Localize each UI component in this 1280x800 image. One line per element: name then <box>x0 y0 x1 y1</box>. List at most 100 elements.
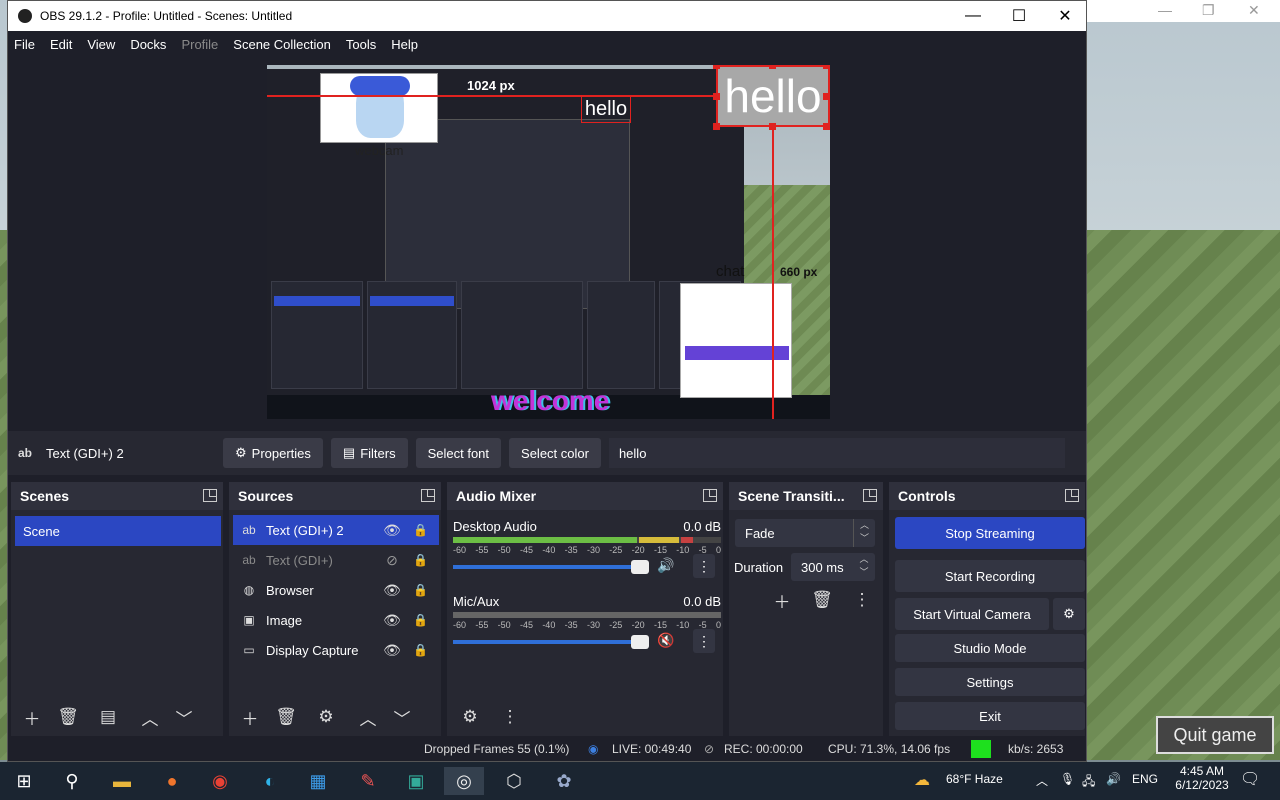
volume-icon[interactable]: 🔊 <box>1106 772 1121 786</box>
move-source-up-button[interactable]: ︿ <box>355 704 381 730</box>
lock-icon[interactable]: 🔒 <box>413 613 428 627</box>
cube-app-icon[interactable]: ⬡ <box>494 767 534 795</box>
duration-spinbox[interactable]: 300 ms ︿ ﹀ <box>791 553 875 581</box>
float-dock-icon[interactable] <box>203 489 217 502</box>
language-indicator[interactable]: ENG <box>1132 772 1158 786</box>
store-icon[interactable]: ▦ <box>298 767 338 795</box>
windows-start-icon[interactable]: ⊞ <box>4 767 44 795</box>
lock-icon[interactable]: 🔒 <box>413 553 428 567</box>
eye-icon[interactable]: 👁 <box>383 582 401 599</box>
minimize-button[interactable]: — <box>950 1 996 31</box>
muted-speaker-icon[interactable]: 🔇 <box>657 632 674 649</box>
advanced-audio-button[interactable]: ⚙ <box>457 704 483 730</box>
firefox-icon[interactable]: ● <box>152 767 192 795</box>
start-recording-button[interactable]: Start Recording <box>895 560 1085 592</box>
clock[interactable]: 4:45 AM 6/12/2023 <box>1172 764 1232 792</box>
menu-view[interactable]: View <box>87 37 115 52</box>
menu-edit[interactable]: Edit <box>50 37 72 52</box>
float-dock-icon[interactable] <box>863 489 877 502</box>
resize-handle-br[interactable] <box>823 123 830 130</box>
selected-text-source-hello[interactable]: hello <box>716 65 830 127</box>
move-source-down-button[interactable]: ﹀ <box>389 704 415 730</box>
float-dock-icon[interactable] <box>703 489 717 502</box>
lock-icon[interactable]: 🔒 <box>413 643 428 657</box>
minecraft-launcher-icon[interactable]: ▣ <box>396 767 436 795</box>
move-scene-down-button[interactable]: ﹀ <box>171 704 197 730</box>
resize-handle-tr[interactable] <box>823 65 830 69</box>
volume-slider[interactable] <box>453 635 649 649</box>
paint-icon[interactable]: ✎ <box>348 767 388 795</box>
source-item[interactable]: ▭ Display Capture 👁 🔒 <box>233 635 439 665</box>
maximize-button[interactable]: ☐ <box>996 1 1042 31</box>
bg-restore-icon[interactable]: ❐ <box>1202 2 1215 19</box>
remove-scene-button[interactable]: 🗑 <box>55 704 81 730</box>
paint-palette-icon[interactable]: ✿ <box>544 767 584 795</box>
edge-icon[interactable]: ◐ <box>250 767 290 795</box>
more-options-icon[interactable]: ⋮ <box>693 629 715 653</box>
source-item[interactable]: ▣ Image 👁 🔒 <box>233 605 439 635</box>
virtual-camera-settings-button[interactable]: ⚙ <box>1053 598 1085 630</box>
remove-transition-button[interactable]: 🗑 <box>809 587 835 613</box>
lock-icon[interactable]: 🔒 <box>413 583 428 597</box>
resize-handle-l[interactable] <box>713 93 720 100</box>
select-color-button[interactable]: Select color <box>509 438 601 468</box>
studio-mode-button[interactable]: Studio Mode <box>895 634 1085 662</box>
file-explorer-icon[interactable]: ▬ <box>102 767 142 795</box>
obs-taskbar-icon[interactable]: ◎ <box>444 767 484 795</box>
resize-handle-bl[interactable] <box>713 123 720 130</box>
volume-slider[interactable] <box>453 560 649 574</box>
bg-minimize-icon[interactable]: — <box>1158 2 1172 18</box>
network-icon[interactable]: 🖧 <box>1082 772 1095 793</box>
weather-text[interactable]: 68°F Haze <box>946 772 1003 786</box>
menu-docks[interactable]: Docks <box>130 37 166 52</box>
add-scene-button[interactable]: ＋ <box>19 704 45 730</box>
settings-button[interactable]: Settings <box>895 668 1085 696</box>
source-properties-button[interactable]: ⚙ <box>313 704 339 730</box>
remove-source-button[interactable]: 🗑 <box>273 704 299 730</box>
resize-handle-tl[interactable] <box>713 65 720 69</box>
menu-file[interactable]: File <box>14 37 35 52</box>
chrome-icon[interactable]: ◉ <box>200 767 240 795</box>
float-dock-icon[interactable] <box>1065 489 1079 502</box>
search-icon[interactable]: ⚲ <box>52 767 92 795</box>
eye-hidden-icon[interactable]: ⊘ <box>383 552 401 569</box>
transition-select[interactable]: Fade ︿ ﹀ <box>735 519 875 547</box>
filters-button[interactable]: ▤ Filters <box>330 438 408 468</box>
resize-handle-t[interactable] <box>769 65 776 69</box>
resize-handle-r[interactable] <box>823 93 830 100</box>
eye-icon[interactable]: 👁 <box>383 522 401 539</box>
select-font-button[interactable]: Select font <box>415 438 502 468</box>
move-scene-up-button[interactable]: ︿ <box>137 704 163 730</box>
source-item[interactable]: ◍ Browser 👁 🔒 <box>233 575 439 605</box>
transition-menu-button[interactable]: ⋮ <box>849 587 875 613</box>
source-item[interactable]: ab Text (GDI+) ⊘ 🔒 <box>233 545 439 575</box>
properties-button[interactable]: ⚙ Properties <box>223 438 323 468</box>
lock-icon[interactable]: 🔒 <box>413 523 428 537</box>
bg-close-icon[interactable]: ✕ <box>1248 2 1260 19</box>
exit-button[interactable]: Exit <box>895 702 1085 730</box>
notifications-icon[interactable]: 🗨 <box>1240 769 1260 789</box>
eye-icon[interactable]: 👁 <box>383 612 401 629</box>
menu-profile[interactable]: Profile <box>181 37 218 52</box>
more-options-icon[interactable]: ⋮ <box>693 554 715 578</box>
add-source-button[interactable]: ＋ <box>237 704 263 730</box>
float-dock-icon[interactable] <box>421 489 435 502</box>
preview-canvas[interactable]: webcam 1024 px 660 px chat welcome hello… <box>267 65 830 419</box>
menu-tools[interactable]: Tools <box>346 37 376 52</box>
speaker-icon[interactable]: 🔊 <box>657 557 674 574</box>
menu-scene-collection[interactable]: Scene Collection <box>233 37 331 52</box>
scene-item[interactable]: Scene <box>15 516 221 546</box>
add-transition-button[interactable]: ＋ <box>769 587 795 613</box>
text-value-field[interactable]: hello <box>608 438 1065 468</box>
resize-handle-b[interactable] <box>769 123 776 130</box>
eye-icon[interactable]: 👁 <box>383 642 401 659</box>
mixer-menu-button[interactable]: ⋮ <box>497 704 523 730</box>
microphone-icon[interactable]: 🎙 <box>1060 772 1075 786</box>
scene-filters-button[interactable]: ▤ <box>95 704 121 730</box>
close-button[interactable]: ✕ <box>1042 1 1088 31</box>
start-virtual-camera-button[interactable]: Start Virtual Camera <box>895 598 1049 630</box>
stop-streaming-button[interactable]: Stop Streaming <box>895 517 1085 549</box>
tray-chevron-up-icon[interactable]: ︿ <box>1036 772 1048 789</box>
source-item[interactable]: ab Text (GDI+) 2 👁 🔒 <box>233 515 439 545</box>
quit-game-button[interactable]: Quit game <box>1156 716 1274 754</box>
